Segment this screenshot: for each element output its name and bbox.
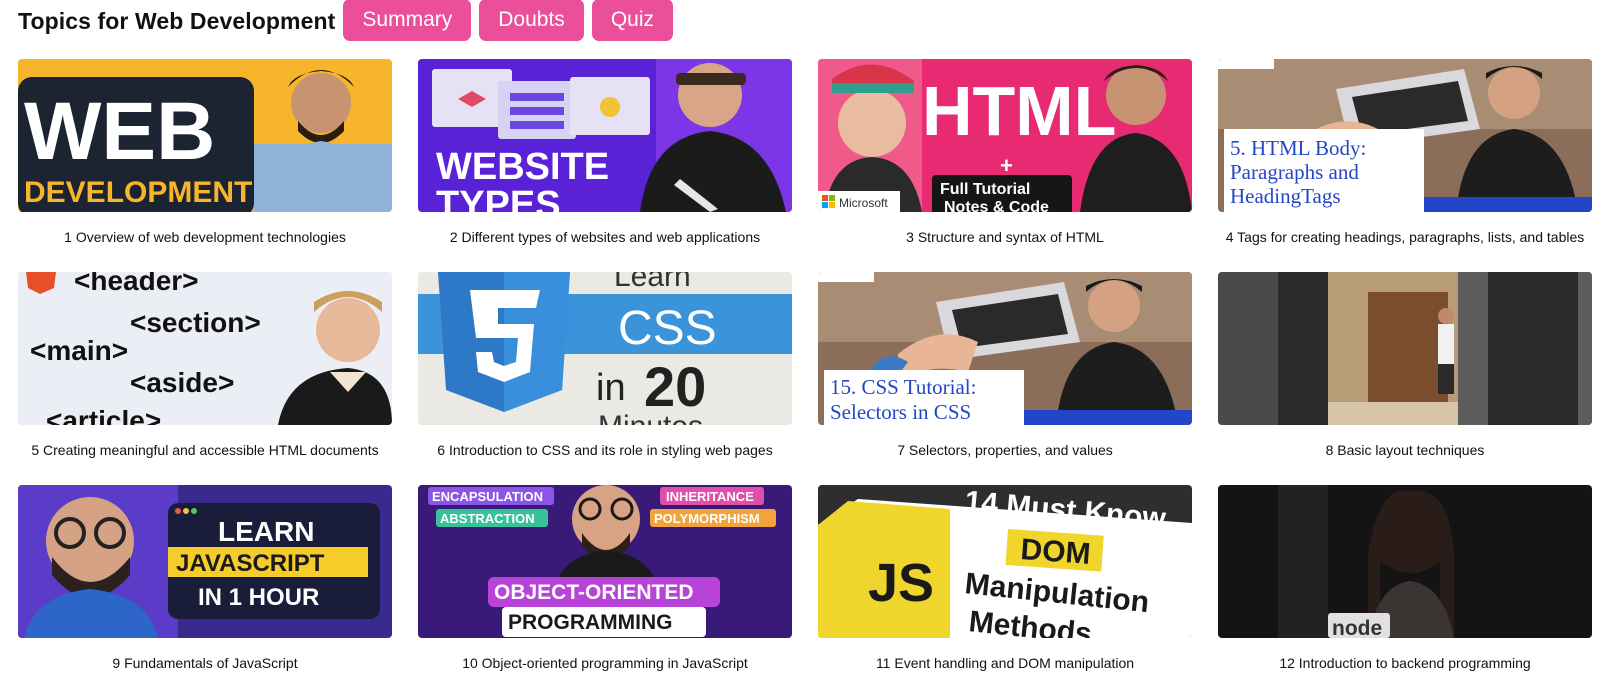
- topic-card[interactable]: node 12 Introduction to backend programm…: [1218, 485, 1592, 698]
- topic-card[interactable]: HTML + Full Tutorial Notes & Code Micros…: [818, 59, 1192, 272]
- thumb-box1: Full Tutorial: [940, 181, 1030, 198]
- topic-caption: 8 Basic layout techniques: [1325, 442, 1485, 458]
- topic-caption: 7 Selectors, properties, and values: [897, 442, 1113, 458]
- thumb-bottom: Minutes: [598, 410, 703, 425]
- thumb-tag2: ABSTRACTION: [440, 511, 535, 526]
- topics-grid: WEB DEVELOPMENT 1 Overview of web develo…: [18, 59, 1592, 698]
- thumb-b2: PROGRAMMING: [508, 611, 673, 634]
- thumb-title: WEB: [24, 86, 215, 177]
- thumb-tag1: ENCAPSULATION: [432, 489, 543, 504]
- thumb-tag3: <main>: [30, 335, 128, 366]
- video-thumbnail[interactable]: WEBSITE TYPES: [418, 59, 792, 212]
- header: Topics for Web Development Summary Doubt…: [18, 0, 673, 42]
- topic-caption: 6 Introduction to CSS and its role in st…: [437, 442, 773, 458]
- thumb-in: in: [596, 367, 626, 409]
- video-thumbnail[interactable]: Learn CSS in 20 Minutes: [418, 272, 792, 425]
- topic-caption: 1 Overview of web development technologi…: [64, 229, 346, 245]
- thumb-tag5: <article>: [46, 405, 161, 425]
- video-thumbnail[interactable]: [1218, 272, 1592, 425]
- topic-card[interactable]: WEBSITE TYPES 2 Different types of websi…: [418, 59, 792, 272]
- topic-card[interactable]: <header> <section> <main> <aside> <artic…: [18, 272, 392, 485]
- topic-card[interactable]: WEB DEVELOPMENT 1 Overview of web develo…: [18, 59, 392, 272]
- topic-card[interactable]: 5. HTML Body: Paragraphs and HeadingTags…: [1218, 59, 1592, 272]
- thumb-line2: Selectors in CSS: [830, 400, 971, 424]
- thumb-line1: WEBSITE: [436, 146, 609, 188]
- video-thumbnail[interactable]: node: [1218, 485, 1592, 638]
- thumb-js: JS: [868, 553, 934, 613]
- thumb-line1: 15. CSS Tutorial:: [830, 375, 976, 399]
- thumb-css: CSS: [618, 302, 717, 355]
- topic-caption: 5 Creating meaningful and accessible HTM…: [31, 442, 379, 458]
- topic-card[interactable]: 8 Basic layout techniques: [1218, 272, 1592, 485]
- topic-card[interactable]: ENCAPSULATION ABSTRACTION INHERITANCE PO…: [418, 485, 792, 698]
- thumb-line2: TYPES: [436, 184, 561, 212]
- thumb-line3: HeadingTags: [1230, 184, 1341, 208]
- thumb-tag4: <aside>: [130, 367, 234, 398]
- thumb-l3: IN 1 HOUR: [198, 584, 319, 611]
- thumb-title: HTML: [922, 72, 1116, 150]
- thumb-tag3: INHERITANCE: [666, 489, 754, 504]
- topic-caption: 10 Object-oriented programming in JavaSc…: [462, 655, 748, 671]
- topic-card[interactable]: LEARN JAVASCRIPT IN 1 HOUR 9 Fundamental…: [18, 485, 392, 698]
- video-thumbnail[interactable]: LEARN JAVASCRIPT IN 1 HOUR: [18, 485, 392, 638]
- quiz-button[interactable]: Quiz: [591, 0, 673, 41]
- thumb-l2: JAVASCRIPT: [176, 550, 325, 577]
- topic-caption: 9 Fundamentals of JavaScript: [112, 655, 298, 671]
- topic-caption: 3 Structure and syntax of HTML: [906, 229, 1104, 245]
- topic-caption: 11 Event handling and DOM manipulation: [875, 655, 1135, 671]
- video-thumbnail[interactable]: <header> <section> <main> <aside> <artic…: [18, 272, 392, 425]
- topic-caption: 2 Different types of websites and web ap…: [449, 229, 761, 245]
- doubts-button[interactable]: Doubts: [479, 0, 584, 41]
- video-thumbnail[interactable]: HTML + Full Tutorial Notes & Code Micros…: [818, 59, 1192, 212]
- topic-card[interactable]: 15. CSS Tutorial: Selectors in CSS 7 Sel…: [818, 272, 1192, 485]
- video-thumbnail[interactable]: 14 Must Know DOM JS Manipulation Methods: [818, 485, 1192, 638]
- thumb-logo: node: [1332, 617, 1382, 638]
- thumb-l1: LEARN: [218, 516, 314, 547]
- video-thumbnail[interactable]: 15. CSS Tutorial: Selectors in CSS: [818, 272, 1192, 425]
- thumb-box2: Notes & Code: [944, 199, 1049, 212]
- page-title: Topics for Web Development: [18, 7, 336, 34]
- thumb-num: 20: [644, 355, 706, 418]
- thumb-b1: OBJECT-ORIENTED: [494, 581, 694, 604]
- thumb-brand: Microsoft: [839, 196, 888, 210]
- thumb-line1: 5. HTML Body:: [1230, 136, 1366, 160]
- topic-card[interactable]: Learn CSS in 20 Minutes 6 Introduction t…: [418, 272, 792, 485]
- video-thumbnail[interactable]: ENCAPSULATION ABSTRACTION INHERITANCE PO…: [418, 485, 792, 638]
- video-thumbnail[interactable]: WEB DEVELOPMENT: [18, 59, 392, 212]
- topic-card[interactable]: 14 Must Know DOM JS Manipulation Methods…: [818, 485, 1192, 698]
- thumb-subtitle: DEVELOPMENT: [24, 176, 252, 209]
- thumb-tag4: POLYMORPHISM: [654, 511, 760, 526]
- video-thumbnail[interactable]: 5. HTML Body: Paragraphs and HeadingTags: [1218, 59, 1592, 212]
- thumb-tag2: <section>: [130, 307, 261, 338]
- thumb-line2: Paragraphs and: [1230, 160, 1359, 184]
- thumb-top: Learn: [614, 272, 691, 293]
- thumb-dom: DOM: [1020, 533, 1092, 571]
- topic-caption: 4 Tags for creating headings, paragraphs…: [1225, 229, 1585, 245]
- summary-button[interactable]: Summary: [343, 0, 472, 41]
- thumb-tag1: <header>: [74, 272, 199, 296]
- thumb-plus: +: [1000, 153, 1013, 178]
- topic-caption: 12 Introduction to backend programming: [1279, 655, 1531, 671]
